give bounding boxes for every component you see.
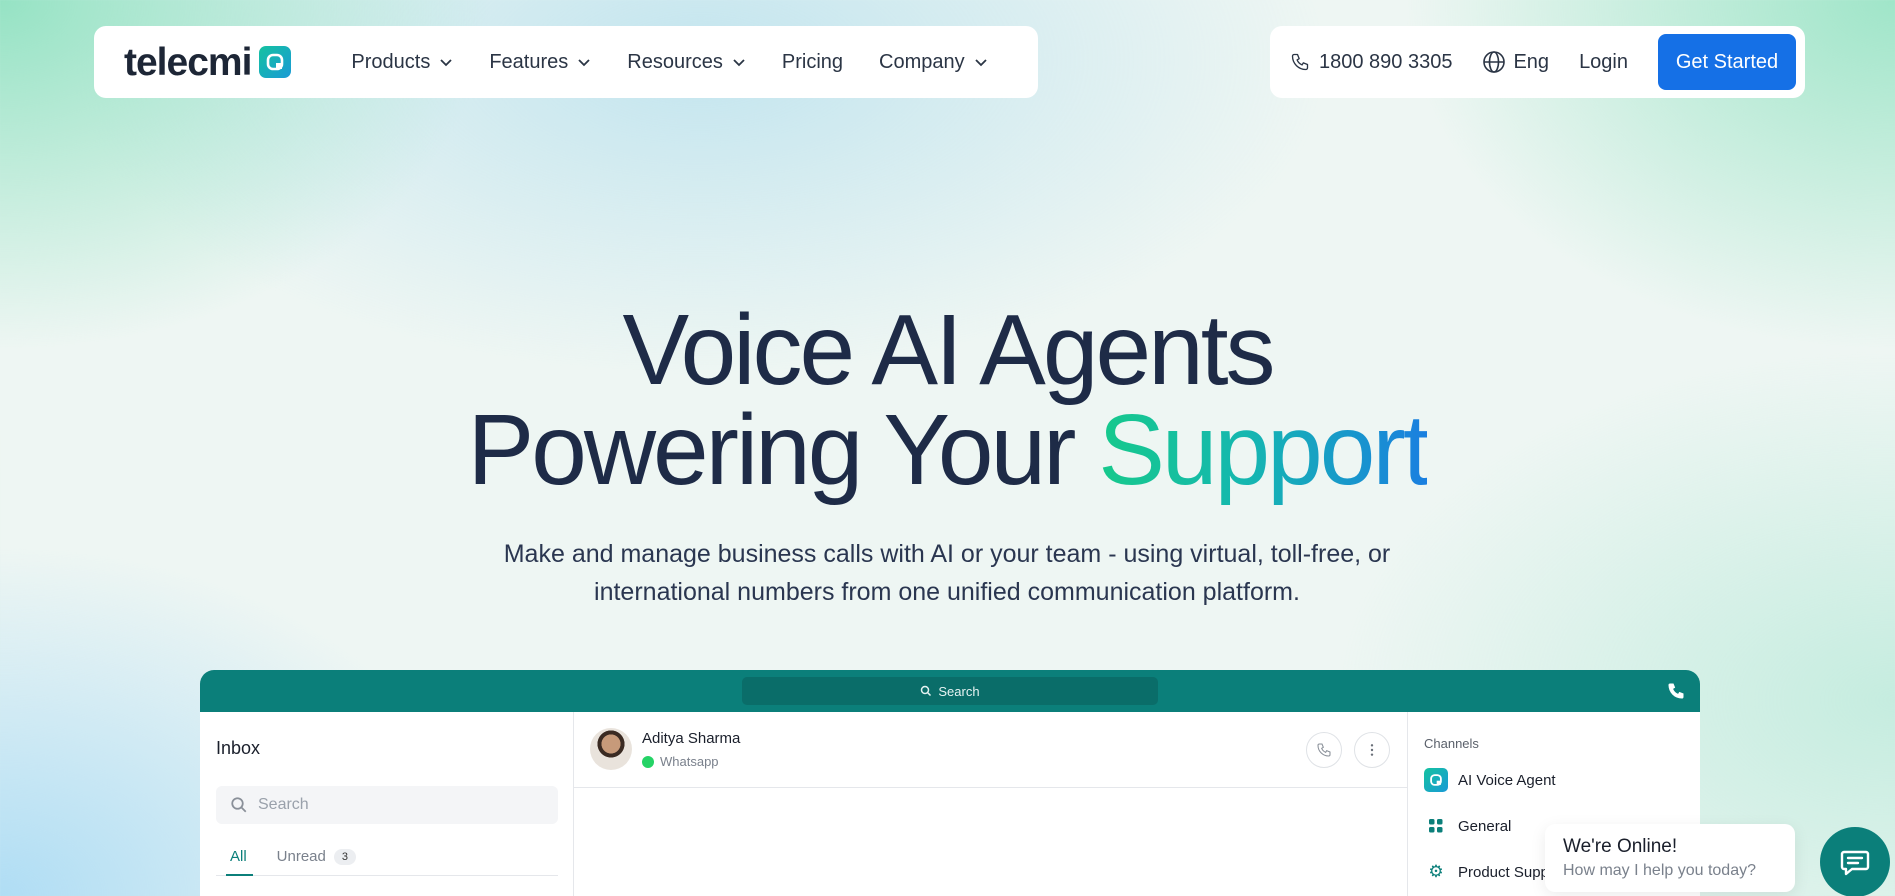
search-icon	[921, 685, 932, 697]
ai-voice-agent-icon	[1424, 768, 1448, 792]
channel-product-support[interactable]: ⚙ Product Supp	[1424, 860, 1549, 884]
phone-icon	[1317, 743, 1331, 757]
chat-header: Aditya Sharma Whatsapp	[574, 712, 1407, 788]
inbox-title: Inbox	[216, 738, 261, 758]
whatsapp-icon	[642, 755, 654, 768]
channels-title: Channels	[1424, 736, 1479, 751]
nav-pricing[interactable]: Pricing	[782, 51, 843, 74]
app-search-bar[interactable]: Search	[742, 677, 1158, 705]
tab-all-label: All	[230, 848, 247, 865]
nav-pricing-label: Pricing	[781, 50, 844, 73]
chevron-down-icon	[975, 59, 987, 67]
unread-count-badge: 3	[333, 849, 356, 865]
call-contact-button[interactable]	[1306, 732, 1342, 768]
grid-icon	[1424, 814, 1448, 838]
contact-channel: Whatsapp	[642, 754, 719, 769]
phone-link[interactable]: 1800 890 3305	[1290, 51, 1452, 74]
phone-number: 1800 890 3305	[1319, 50, 1453, 73]
avatar	[590, 728, 632, 770]
inbox-tabs: All Unread 3	[216, 840, 558, 876]
channel-general[interactable]: General	[1424, 814, 1511, 838]
app-preview: Search Inbox Search All Unread 3 Aditya …	[200, 670, 1700, 896]
inbox-search-placeholder: Search	[258, 796, 309, 813]
hero-heading-highlight: Support	[1098, 394, 1430, 506]
chevron-down-icon	[578, 59, 590, 67]
nav-products-label: Products	[351, 50, 431, 73]
search-icon	[231, 797, 247, 813]
channel-label: General	[1458, 817, 1512, 835]
gear-icon: ⚙	[1428, 862, 1444, 881]
channel-ai-voice-agent[interactable]: AI Voice Agent	[1424, 768, 1556, 792]
logo[interactable]: telecmi	[124, 40, 292, 84]
language-label: Eng	[1513, 50, 1550, 73]
tab-unread[interactable]: Unread 3	[277, 840, 356, 875]
inbox-panel: Inbox Search All Unread 3	[200, 712, 574, 896]
app-search-label: Search	[938, 683, 980, 699]
contact-channel-label: Whatsapp	[660, 754, 719, 769]
get-started-button[interactable]: Get Started	[1658, 34, 1796, 90]
language-selector[interactable]: Eng	[1482, 50, 1549, 74]
app-topbar: Search	[200, 670, 1700, 712]
nav-company[interactable]: Company	[879, 51, 988, 74]
nav-company-label: Company	[879, 50, 965, 73]
live-chat-bubble[interactable]: We're Online! How may I help you today?	[1545, 824, 1795, 892]
tab-unread-label: Unread	[276, 848, 326, 865]
hero-heading: Voice AI Agents Powering Your Support	[0, 300, 1895, 500]
login-link[interactable]: Login	[1579, 51, 1628, 74]
hero-heading-line2-prefix: Powering Your	[467, 394, 1099, 506]
logo-text: telecmi	[124, 40, 252, 84]
more-vertical-icon	[1370, 744, 1374, 756]
nav-resources-label: Resources	[627, 50, 723, 73]
hero-heading-line1: Voice AI Agents	[622, 294, 1276, 406]
logo-mark-icon	[259, 46, 292, 78]
chat-panel: Aditya Sharma Whatsapp	[574, 712, 1408, 896]
nav-resources[interactable]: Resources	[627, 51, 746, 74]
live-chat-subtitle: How may I help you today?	[1563, 862, 1756, 879]
channel-label: AI Voice Agent	[1458, 771, 1556, 789]
nav-features-label: Features	[489, 50, 569, 73]
chevron-down-icon	[733, 59, 745, 67]
channel-label: Product Supp	[1458, 863, 1549, 881]
chat-launcher-button[interactable]	[1820, 827, 1890, 896]
nav-menu: Products Features Resources Pricing Comp…	[351, 51, 987, 74]
app-call-button[interactable]	[1666, 681, 1686, 706]
chat-icon	[1840, 850, 1870, 876]
contact-name: Aditya Sharma	[642, 730, 741, 747]
more-options-button[interactable]	[1354, 732, 1390, 768]
tab-all[interactable]: All	[226, 840, 253, 876]
nav-features[interactable]: Features	[489, 51, 591, 74]
phone-icon	[1291, 53, 1309, 71]
globe-icon	[1483, 51, 1506, 73]
nav-products[interactable]: Products	[351, 51, 453, 74]
inbox-search-input[interactable]: Search	[216, 786, 558, 824]
phone-icon	[1668, 683, 1684, 699]
hero-subtitle: Make and manage business calls with AI o…	[503, 540, 1391, 606]
chevron-down-icon	[440, 59, 452, 67]
main-navbar: telecmi Products Features Resources Pric…	[94, 26, 1038, 98]
utility-navbar: 1800 890 3305 Eng Login Get Started	[1270, 26, 1805, 98]
live-chat-title: We're Online!	[1563, 836, 1678, 857]
